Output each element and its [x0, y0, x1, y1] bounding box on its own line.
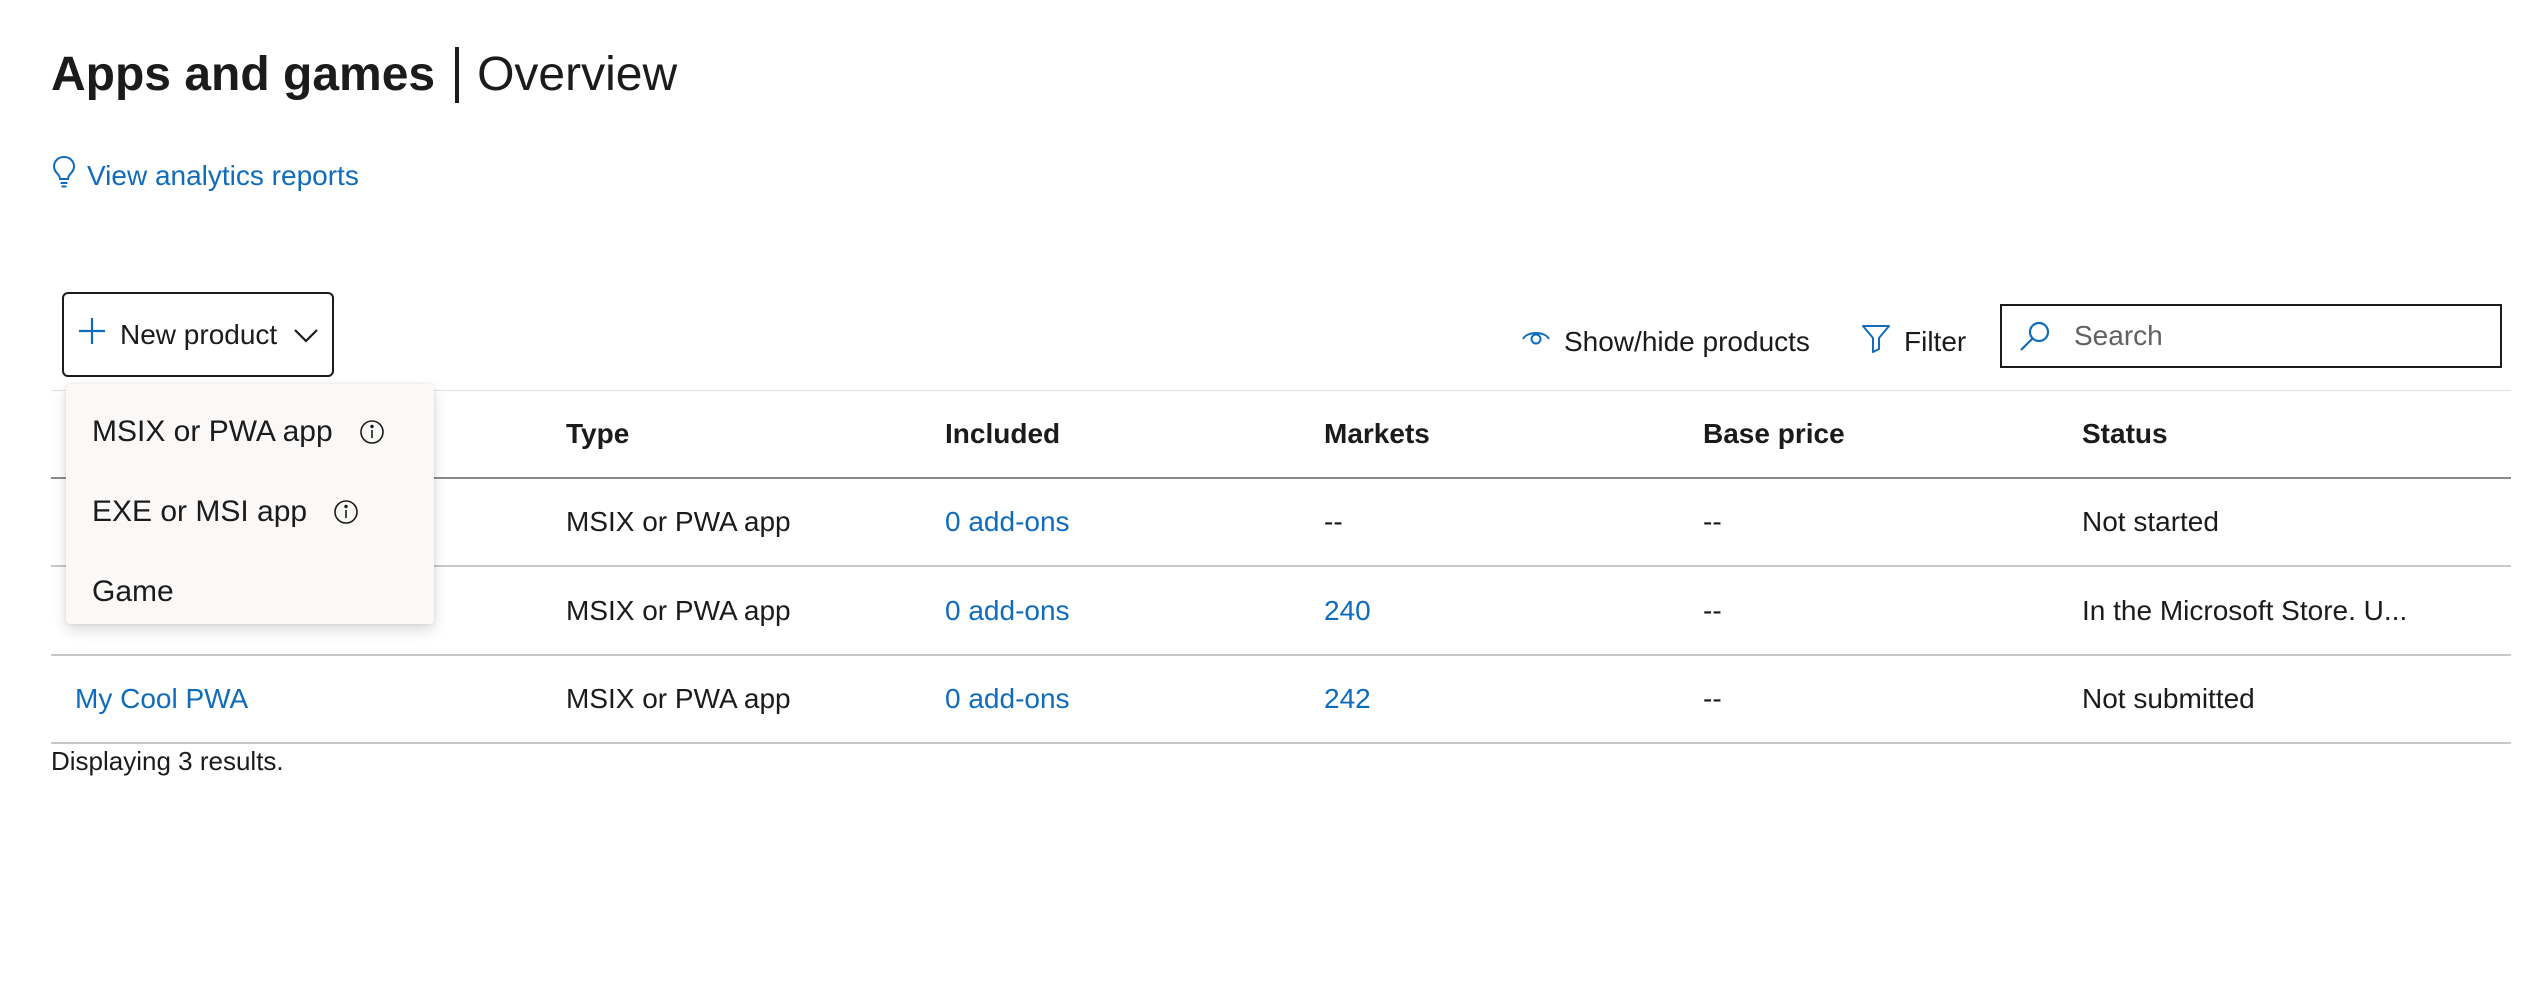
search-icon — [2018, 319, 2072, 353]
column-header-base-price[interactable]: Base price — [1703, 391, 1845, 477]
product-type: MSIX or PWA app — [566, 683, 791, 714]
filter-button[interactable]: Filter — [1860, 322, 1966, 361]
column-header-type[interactable]: Type — [566, 391, 629, 477]
menu-item-label: MSIX or PWA app — [92, 415, 333, 448]
search-box[interactable] — [2000, 304, 2502, 368]
search-input[interactable] — [2072, 319, 2484, 353]
new-product-button[interactable]: New product — [62, 292, 334, 377]
included-addons-link[interactable]: 0 add-ons — [945, 479, 1070, 565]
status-value: Not started — [2082, 506, 2219, 537]
base-price-value: -- — [1703, 594, 1722, 626]
column-header-status[interactable]: Status — [2082, 391, 2168, 477]
eye-icon — [1520, 322, 1552, 361]
status-value: Not submitted — [2082, 683, 2255, 714]
new-product-label: New product — [120, 318, 278, 350]
view-analytics-label: View analytics reports — [87, 159, 359, 191]
included-addons-link[interactable]: 0 add-ons — [945, 656, 1070, 742]
apps-and-games-page: Apps and games Overview View analytics r… — [0, 0, 2540, 986]
base-price-value: -- — [1703, 683, 1722, 714]
page-title-sub: Overview — [477, 48, 678, 101]
show-hide-products-button[interactable]: Show/hide products — [1520, 322, 1810, 361]
status-value: In the Microsoft Store. U... — [2082, 594, 2408, 626]
product-type: MSIX or PWA app — [566, 594, 791, 626]
column-header-markets[interactable]: Markets — [1324, 391, 1430, 477]
menu-item-msix-pwa-app[interactable]: MSIX or PWA app — [92, 404, 385, 460]
base-price-value: -- — [1703, 506, 1722, 537]
view-analytics-link[interactable]: View analytics reports — [51, 155, 359, 196]
page-title: Apps and games Overview — [51, 44, 677, 106]
filter-icon — [1860, 322, 1892, 361]
menu-item-exe-msi-app[interactable]: EXE or MSI app — [92, 484, 359, 540]
info-icon[interactable] — [333, 499, 359, 525]
product-type: MSIX or PWA app — [566, 506, 791, 537]
table-row: My Cool PWA MSIX or PWA app 0 add-ons 24… — [51, 656, 2511, 744]
chevron-down-icon — [292, 325, 320, 345]
page-title-main: Apps and games — [51, 48, 436, 101]
column-header-included[interactable]: Included — [945, 391, 1060, 477]
title-divider — [455, 47, 460, 103]
menu-item-label: EXE or MSI app — [92, 495, 308, 528]
included-addons-link[interactable]: 0 add-ons — [945, 567, 1070, 654]
menu-item-label: Game — [92, 575, 174, 608]
markets-value: -- — [1324, 506, 1343, 537]
show-hide-label: Show/hide products — [1564, 325, 1810, 357]
product-name-link[interactable]: My Cool PWA — [75, 656, 248, 742]
markets-link[interactable]: 240 — [1324, 567, 1371, 654]
menu-item-game[interactable]: Game — [92, 564, 174, 620]
new-product-menu: MSIX or PWA app EXE or MSI app Game — [66, 384, 434, 624]
lightbulb-icon — [51, 155, 77, 196]
plus-icon — [76, 315, 120, 354]
markets-link[interactable]: 242 — [1324, 656, 1371, 742]
filter-label: Filter — [1904, 325, 1967, 357]
results-count: Displaying 3 results. — [51, 746, 284, 776]
info-icon[interactable] — [359, 419, 385, 445]
